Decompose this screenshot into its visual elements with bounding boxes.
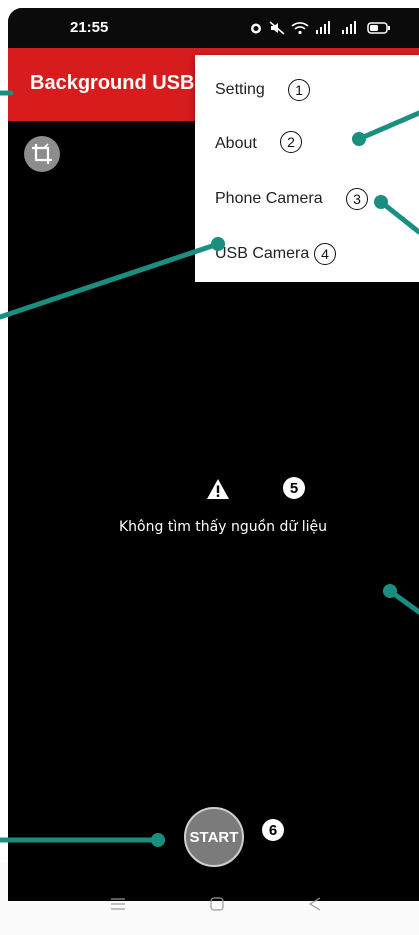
signal-icon-2 [342,21,356,34]
start-button[interactable]: START [184,807,244,867]
alarm-icon [251,23,261,34]
menu-item-label: USB Camera [215,245,310,262]
annotation-number-3: 3 [346,188,368,210]
nav-back-button[interactable] [301,893,329,915]
crop-button[interactable] [24,136,60,172]
menu-item-phone-camera[interactable]: Phone Camera 3 [195,174,419,224]
status-time: 21:55 [70,19,109,36]
annotation-number-1: 1 [288,79,310,101]
status-icons [249,20,391,36]
warning-icon [207,479,229,499]
nav-menu-button[interactable] [104,893,132,915]
annotated-screenshot: 21:55 Background USB 5 Không tìm thấy ng… [0,0,419,935]
menu-lines-icon [111,898,125,910]
signal-icon [316,21,330,34]
annotation-number-4: 4 [314,243,336,265]
nav-home-button[interactable] [203,893,231,915]
status-bar: 21:55 [8,8,419,48]
menu-item-about[interactable]: About 2 [195,119,419,169]
menu-item-label: Phone Camera [215,190,323,207]
back-triangle-icon [308,897,321,911]
phone-screen: 21:55 Background USB 5 Không tìm thấy ng… [8,8,419,901]
menu-item-label: Setting [215,81,265,98]
crop-icon [32,143,52,164]
home-square-icon [210,897,224,911]
app-title: Background USB [30,72,195,94]
annotation-number-2: 2 [280,131,302,153]
annotation-number-5: 5 [283,477,305,499]
menu-item-setting[interactable]: Setting 1 [195,65,419,115]
wifi-icon [291,22,309,35]
menu-item-usb-camera[interactable]: USB Camera 4 [195,229,419,279]
annotation-number-6: 6 [262,819,284,841]
mute-icon [269,21,285,35]
empty-state-message: Không tìm thấy nguồn dữ liệu [119,519,327,535]
battery-icon [367,22,390,34]
menu-item-label: About [215,135,257,152]
overflow-menu: Setting 1 About 2 Phone Camera 3 USB Cam… [195,55,419,282]
